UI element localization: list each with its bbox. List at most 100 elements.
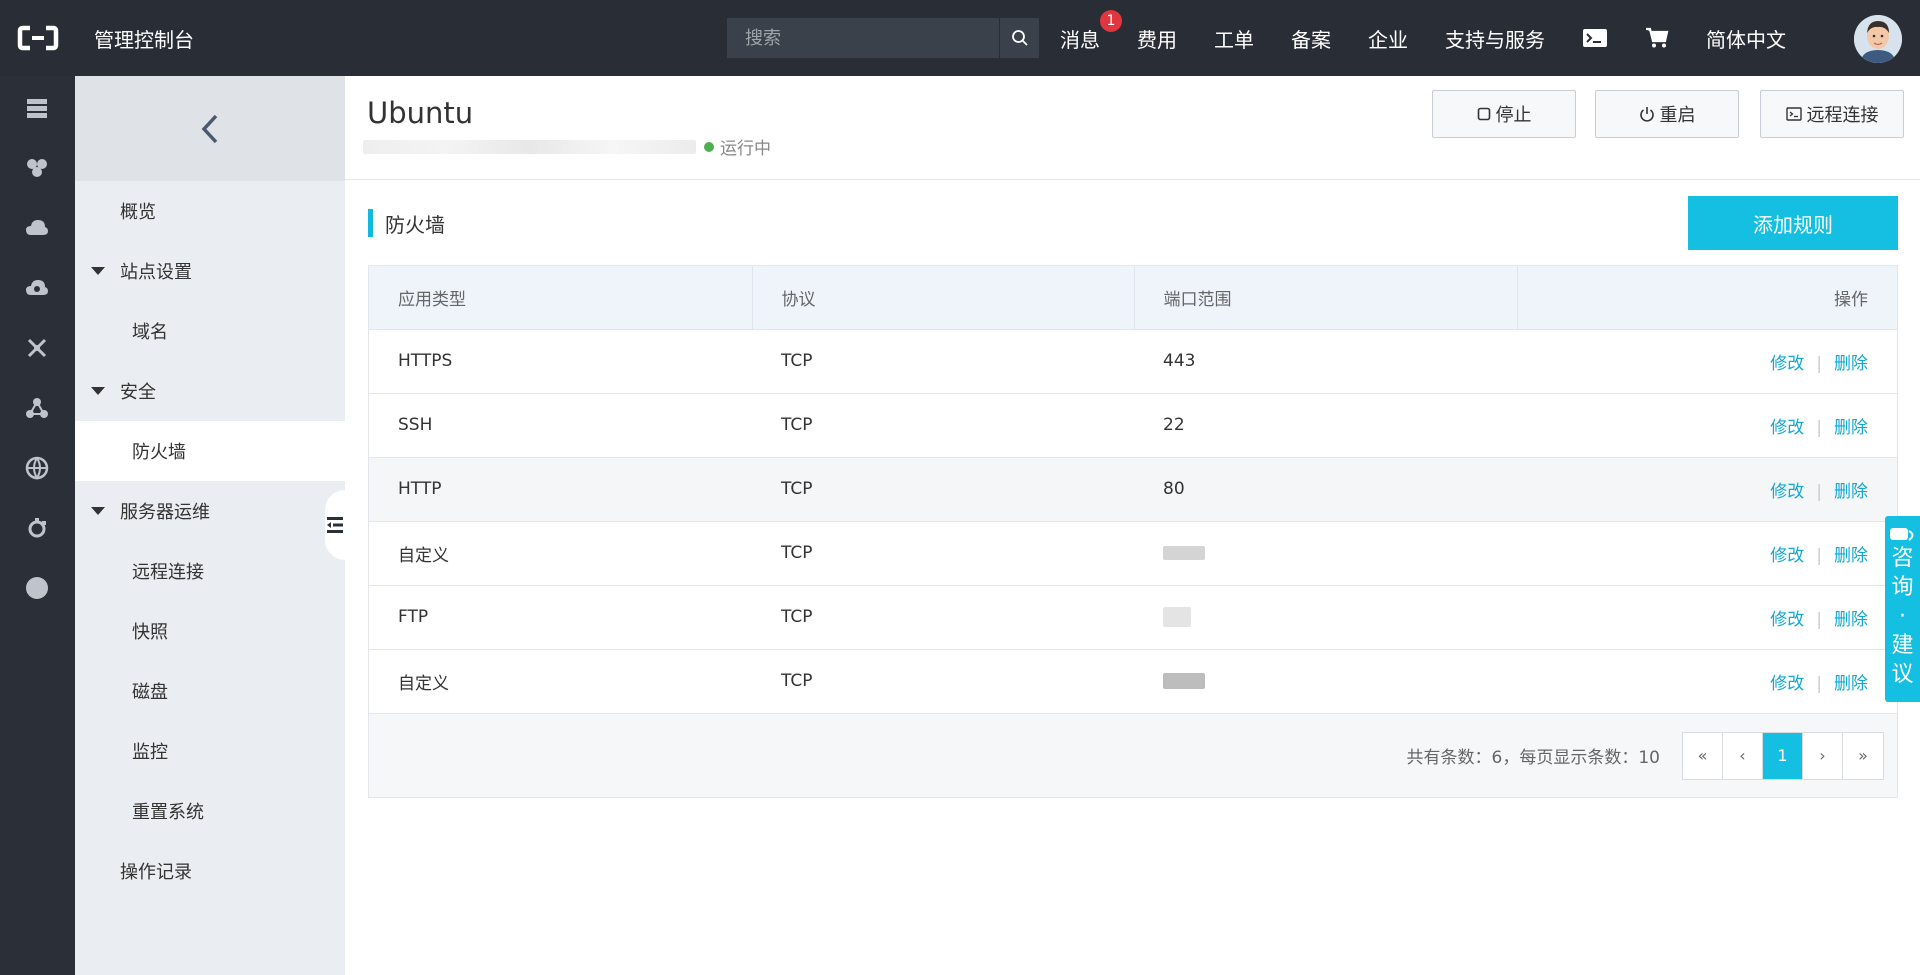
sidebar-item-snapshot[interactable]: 快照 [75, 601, 345, 661]
globe-icon[interactable] [23, 454, 51, 482]
section-title-accent [368, 209, 373, 237]
nav-messages[interactable]: 消息 1 [1060, 9, 1122, 53]
sidebar-item-domain[interactable]: 域名 [75, 301, 345, 361]
circle-icon[interactable] [23, 574, 51, 602]
back-button[interactable] [75, 76, 345, 181]
edit-link[interactable]: 修改 [1770, 674, 1804, 694]
server-list-icon[interactable] [23, 94, 51, 122]
network-icon[interactable] [23, 334, 51, 362]
consult-char: 询 [1891, 575, 1914, 600]
delete-link[interactable]: 删除 [1834, 482, 1868, 502]
consult-char: 咨 [1891, 546, 1914, 571]
restart-button[interactable]: 重启 [1595, 90, 1739, 138]
pagination: « ‹ 1 › » [1682, 731, 1884, 780]
table-row: 自定义 TCP 修改 | 删除 [369, 649, 1897, 713]
action-separator: | [1816, 353, 1822, 374]
nav-support[interactable]: 支持与服务 [1445, 24, 1545, 53]
chevron-left-icon [201, 114, 218, 143]
sidebar-item-overview[interactable]: 概览 [75, 181, 345, 241]
edit-link[interactable]: 修改 [1770, 354, 1804, 374]
settings-cloud-icon[interactable] [23, 514, 51, 542]
top-bar: 管理控制台 消息 1 费用 工单 备案 企业 支持与服务 简体中文 [0, 0, 1920, 76]
sidebar-collapse-toggle[interactable] [325, 490, 345, 560]
delete-link[interactable]: 删除 [1834, 354, 1868, 374]
nav-tickets[interactable]: 工单 [1214, 24, 1254, 53]
nav-enterprise[interactable]: 企业 [1368, 24, 1408, 53]
terminal-icon [1785, 107, 1802, 121]
cart-icon[interactable] [1645, 27, 1669, 49]
caret-down-icon [91, 387, 105, 395]
sidebar-item-label: 安全 [120, 382, 156, 403]
cell-protocol: TCP [781, 415, 813, 435]
redacted-port [1163, 546, 1205, 560]
page-button-current[interactable]: 1 [1763, 732, 1803, 779]
firewall-table: 应用类型 协议 端口范围 操作 HTTPS TCP 443 修改 | 删除 SSH … [368, 265, 1898, 798]
prev-page-button[interactable]: ‹ [1723, 732, 1763, 779]
cell-app-type: 自定义 [398, 545, 449, 566]
cell-port [1134, 585, 1517, 649]
edit-link[interactable]: 修改 [1770, 418, 1804, 438]
user-avatar[interactable] [1854, 15, 1902, 63]
cell-port [1134, 521, 1517, 585]
cell-actions: 修改 | 删除 [1517, 457, 1897, 521]
nav-billing[interactable]: 费用 [1137, 24, 1177, 53]
sidebar-group-site-settings[interactable]: 站点设置 [75, 241, 345, 301]
cluster-icon[interactable] [23, 154, 51, 182]
table-row: FTP TCP 修改 | 删除 [369, 585, 1897, 649]
sidebar-item-firewall[interactable]: 防火墙 [75, 421, 345, 481]
consult-feedback-tab[interactable]: 咨 询 · 建 议 [1885, 516, 1920, 702]
power-icon [1639, 106, 1655, 122]
table-row: SSH TCP 22 修改 | 删除 [369, 393, 1897, 457]
stop-button[interactable]: 停止 [1432, 90, 1576, 138]
sidebar-item-disk[interactable]: 磁盘 [75, 661, 345, 721]
cell-app-type: 自定义 [398, 673, 449, 694]
action-separator: | [1816, 481, 1822, 502]
edit-link[interactable]: 修改 [1770, 610, 1804, 630]
delete-link[interactable]: 删除 [1834, 610, 1868, 630]
search-button[interactable] [999, 18, 1039, 58]
table-row: 自定义 TCP 修改 | 删除 [369, 521, 1897, 585]
pagination-info: 共有条数：6，每页显示条数：10 [1406, 748, 1660, 768]
action-separator: | [1816, 417, 1822, 438]
cell-protocol: TCP [781, 607, 813, 627]
instance-name: Ubuntu [367, 96, 474, 130]
delete-link[interactable]: 删除 [1834, 418, 1868, 438]
delete-link[interactable]: 删除 [1834, 674, 1868, 694]
consult-char: 建 [1891, 633, 1914, 658]
nav-icp[interactable]: 备案 [1291, 24, 1331, 53]
terminal-icon[interactable] [1582, 28, 1608, 48]
app-title[interactable]: 管理控制台 [94, 24, 194, 53]
sidebar-group-security[interactable]: 安全 [75, 361, 345, 421]
edit-link[interactable]: 修改 [1770, 546, 1804, 566]
next-page-button[interactable]: › [1803, 732, 1843, 779]
cell-actions: 修改 | 删除 [1517, 585, 1897, 649]
sidebar-item-label: 服务器运维 [120, 502, 210, 523]
table-header-row: 应用类型 协议 端口范围 操作 [369, 266, 1897, 329]
first-page-button[interactable]: « [1683, 732, 1723, 779]
instance-header: Ubuntu 运行中 停止 重启 远程连接 [345, 76, 1920, 180]
delete-link[interactable]: 删除 [1834, 546, 1868, 566]
cloud-sync-icon[interactable] [23, 274, 51, 302]
cell-protocol: TCP [781, 351, 813, 371]
sidebar-item-operation-log[interactable]: 操作记录 [75, 841, 345, 901]
language-switch[interactable]: 简体中文 [1706, 24, 1786, 53]
search-box[interactable] [727, 18, 1039, 58]
cell-app-type: HTTP [398, 479, 442, 499]
sidebar-group-server-ops[interactable]: 服务器运维 [75, 481, 345, 541]
share-nodes-icon[interactable] [23, 394, 51, 422]
sidebar-item-reset-system[interactable]: 重置系统 [75, 781, 345, 841]
table-row: HTTPS TCP 443 修改 | 删除 [369, 329, 1897, 393]
status-dot [704, 141, 714, 152]
add-rule-button[interactable]: 添加规则 [1688, 196, 1898, 250]
sidebar-item-label: 站点设置 [120, 262, 192, 283]
aliyun-logo-icon[interactable] [0, 0, 76, 76]
last-page-button[interactable]: » [1843, 733, 1883, 779]
cloud-icon[interactable] [23, 214, 51, 242]
edit-link[interactable]: 修改 [1770, 482, 1804, 502]
sidebar-item-monitor[interactable]: 监控 [75, 721, 345, 781]
remote-connect-button[interactable]: 远程连接 [1760, 90, 1904, 138]
restart-label: 重启 [1659, 105, 1696, 126]
sidebar-item-remote-connect[interactable]: 远程连接 [75, 541, 345, 601]
action-separator: | [1816, 673, 1822, 694]
search-input[interactable] [727, 18, 999, 58]
